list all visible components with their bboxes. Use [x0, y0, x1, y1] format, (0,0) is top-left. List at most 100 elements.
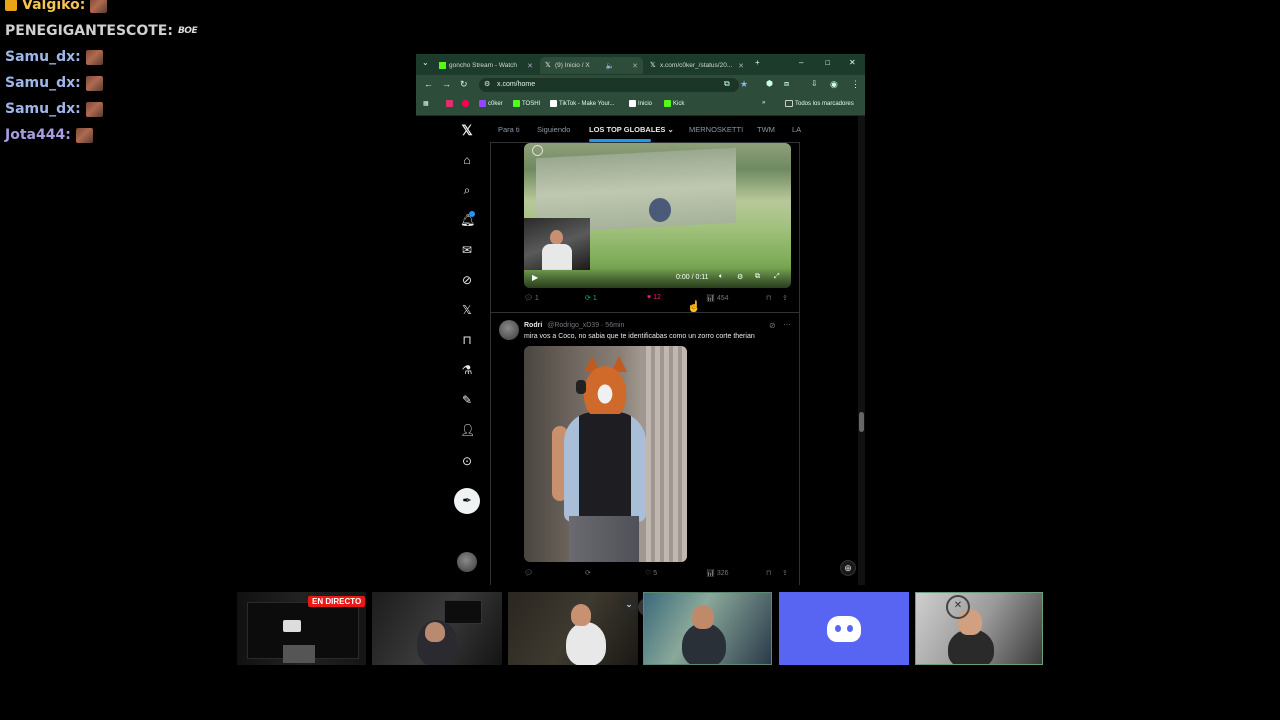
share-button[interactable]: ⇪ [782, 294, 788, 302]
tab-los-top-globales[interactable]: LOS TOP GLOBALES ⌄ [589, 125, 674, 134]
stream-thumb-2[interactable] [372, 592, 502, 665]
bookmark-toshi[interactable]: TOSHI [513, 100, 540, 107]
tweet-video[interactable]: ▶ 0:00 / 0:11 🔈︎ ⚙ ⧉ ⤢ [524, 143, 791, 288]
more-bookmarks-icon[interactable]: » [762, 100, 765, 106]
chat-username[interactable]: PENEGIGANTESCOTE: [5, 23, 173, 39]
star-icon[interactable]: ★ [740, 79, 748, 90]
repost-button[interactable]: ⟳ 1 [585, 294, 597, 303]
repost-button[interactable]: ⟳ [585, 569, 593, 577]
bookmark-x-inicio[interactable]: Inicio [629, 100, 652, 107]
chat-username[interactable]: Jota444: [5, 127, 71, 143]
x-top-tabs: Para ti Siguiendo LOS TOP GLOBALES ⌄ MER… [490, 116, 801, 143]
fullscreen-icon[interactable]: ⤢ [774, 273, 780, 281]
bookmark-instagram[interactable] [446, 100, 453, 107]
chat-username[interactable]: Samu_dx: [5, 101, 81, 117]
like-button[interactable]: ♥ 12 [647, 294, 661, 301]
volume-icon[interactable]: 🔈︎ [719, 273, 723, 281]
reload-icon[interactable]: ↻ [460, 79, 468, 90]
more-icon[interactable]: ⊙ [460, 454, 474, 468]
video-ring [532, 145, 543, 156]
site-info-icon[interactable]: ⚙ [484, 78, 490, 92]
tab-following[interactable]: Siguiendo [537, 125, 570, 134]
scrollbar-thumb[interactable] [859, 412, 864, 432]
tweet-image[interactable] [524, 346, 687, 562]
tweet-more-icon[interactable]: ⋯ [783, 320, 791, 329]
close-tab-icon[interactable]: ✕ [738, 62, 744, 70]
close-tab-icon[interactable]: ✕ [632, 62, 638, 70]
views-button[interactable]: 📊︎ 454 [706, 294, 729, 303]
jobs-icon[interactable]: ⚗ [460, 363, 474, 377]
bookmark-tiktok[interactable]: TikTok - Make Your... [550, 100, 614, 107]
bookmark-youtube[interactable] [462, 100, 469, 107]
chat-username[interactable]: Valgiko: [22, 0, 85, 13]
close-tab-icon[interactable]: ✕ [527, 62, 533, 70]
articles-icon[interactable]: ✎ [460, 393, 474, 407]
tab-goncho-stream[interactable]: goncho Stream - Watch ✕ [434, 57, 538, 74]
chat-username[interactable]: Samu_dx: [5, 49, 81, 65]
x-logo-icon[interactable]: 𝕏 [460, 123, 474, 137]
new-tab-button[interactable]: + [755, 58, 760, 67]
install-icon[interactable]: ⧉ [724, 79, 730, 89]
reply-button[interactable]: 💬︎ 1 [524, 294, 539, 303]
apps-grid-icon[interactable]: ▦ [423, 100, 429, 107]
monitor-icon [283, 620, 301, 632]
bookmark-button[interactable]: ⊓ [766, 569, 771, 577]
video-character [649, 198, 671, 222]
bookmarks-icon[interactable]: ⊓ [460, 333, 474, 347]
stream-thumb-3[interactable]: ⌄ [508, 592, 638, 665]
discord-icon [827, 616, 861, 642]
chevron-down-icon[interactable]: ⌄ [621, 596, 637, 612]
account-avatar[interactable] [457, 552, 477, 572]
tab-search-icon[interactable]: ⌄ [422, 58, 429, 67]
stream-thumb-4[interactable] [643, 592, 772, 665]
zoom-icon[interactable]: ⊕ [840, 560, 856, 576]
tab-twm[interactable]: TWM [757, 125, 775, 134]
play-icon[interactable]: ▶ [532, 273, 538, 282]
premium-x-icon[interactable]: 𝕏 [460, 303, 474, 317]
messages-icon[interactable]: ✉ [460, 243, 474, 257]
stream-thumb-discord[interactable] [779, 592, 909, 665]
tab-mernosketti[interactable]: MERNOSKETTI [689, 125, 743, 134]
pip-icon[interactable]: ⧉ [755, 273, 760, 281]
all-bookmarks-folder[interactable]: Todos los marcadores [785, 100, 854, 107]
tab-x-home[interactable]: 𝕏 (9) Inicio / X 🔈 ✕ [540, 57, 643, 74]
stream-thumb-1[interactable]: EN DIRECTO [237, 592, 366, 665]
downloads-icon[interactable]: ⇩ [811, 79, 818, 88]
post-button[interactable]: ✒ [454, 488, 480, 514]
profile-avatar-icon[interactable]: ◉ [830, 79, 838, 90]
close-window-button[interactable]: ✕ [849, 58, 856, 67]
settings-gear-icon[interactable]: ⚙ [737, 273, 743, 281]
home-icon[interactable]: ⌂ [460, 153, 474, 167]
forward-icon[interactable]: → [442, 79, 451, 89]
mute-icon[interactable]: 🔈 [606, 62, 615, 70]
extensions-puzzle-icon[interactable]: ⧈ [784, 79, 789, 89]
chat-emote: BOE [177, 26, 198, 36]
views-button[interactable]: 📊︎ 326 [706, 569, 729, 578]
share-button[interactable]: ⇪ [782, 569, 788, 577]
stream-thumb-6[interactable]: ✕ [915, 592, 1043, 665]
menu-dots-icon[interactable]: ⋮ [851, 79, 860, 90]
bookmark-c0ker[interactable]: c0ker [479, 100, 503, 107]
tab-la[interactable]: LA [792, 125, 801, 134]
like-button[interactable]: ♡ 5 [645, 569, 657, 578]
tweet-author-avatar[interactable] [499, 320, 519, 340]
extension-icon[interactable]: ⬢ [766, 79, 773, 88]
notifications-icon[interactable]: 🔔︎ [460, 211, 475, 227]
grok-icon[interactable]: ⊘ [460, 273, 474, 287]
url-input[interactable]: ⚙ x.com/home [479, 78, 739, 92]
search-icon[interactable]: ⌕ [460, 183, 474, 197]
back-icon[interactable]: ← [424, 79, 433, 89]
chat-username[interactable]: Samu_dx: [5, 75, 81, 91]
tab-x-status[interactable]: 𝕏 x.com/c0ker_/status/20... ✕ [645, 57, 749, 74]
reply-button[interactable]: 💬︎ [524, 569, 535, 577]
chat-emote [90, 0, 108, 13]
profile-icon[interactable]: 👤︎ [460, 423, 475, 437]
bookmark-kick[interactable]: Kick [664, 100, 684, 107]
grok-tweet-icon[interactable]: ⊘ [769, 321, 776, 330]
minimize-button[interactable]: – [799, 58, 803, 67]
maximize-button[interactable]: ☐ [825, 60, 830, 67]
tab-for-you[interactable]: Para ti [498, 125, 520, 134]
tweet-author[interactable]: Rodri @Rodrigo_xD39 · 56min [524, 322, 624, 329]
scrollbar[interactable] [858, 116, 865, 585]
bookmark-button[interactable]: ⊓ [766, 294, 771, 302]
